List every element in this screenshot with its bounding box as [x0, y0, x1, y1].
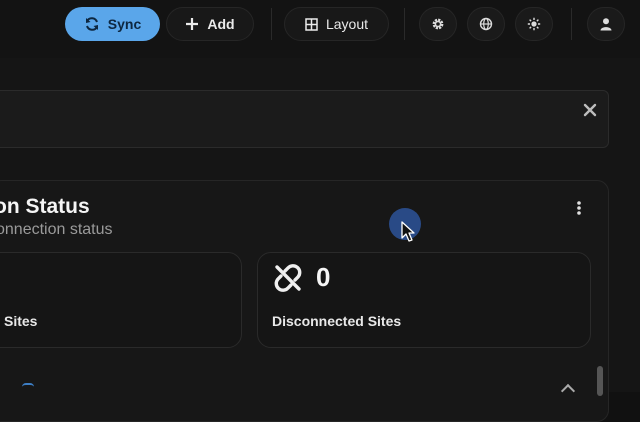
- sync-button[interactable]: Sync: [65, 7, 160, 41]
- filter-bar[interactable]: [0, 90, 609, 148]
- layout-grid-icon: [305, 17, 318, 31]
- disconnected-sites-value: 0: [316, 262, 331, 292]
- unlink-icon: [274, 264, 302, 292]
- mouse-cursor-icon: [401, 221, 415, 242]
- toolbar-divider: [571, 8, 572, 40]
- settings-button[interactable]: [419, 7, 457, 41]
- more-options-icon[interactable]: [572, 200, 586, 216]
- connected-sites-stat: [0, 252, 242, 348]
- sun-icon: [527, 17, 541, 31]
- add-button[interactable]: Add: [166, 7, 254, 41]
- stat-label: Disconnected Sites: [272, 313, 402, 329]
- gear-icon: [432, 18, 444, 30]
- stat-label: Sites: [4, 313, 38, 329]
- user-menu-button[interactable]: [587, 7, 625, 41]
- plus-icon: [186, 18, 199, 30]
- disconnected-sites-stat: [257, 252, 591, 348]
- card-title: on Status: [0, 195, 90, 218]
- theme-toggle-button[interactable]: [515, 7, 553, 41]
- sync-icon: [85, 17, 98, 31]
- sync-label: Sync: [107, 16, 142, 32]
- toolbar-divider: [404, 8, 405, 40]
- close-icon[interactable]: [583, 103, 597, 117]
- globe-icon: [479, 17, 493, 31]
- language-button[interactable]: [467, 7, 505, 41]
- link-fragment: [22, 383, 34, 391]
- top-toolbar: Sync Add Layout: [0, 0, 640, 58]
- card-subtitle: onnection status: [0, 221, 113, 238]
- add-label: Add: [207, 16, 235, 32]
- layout-button[interactable]: Layout: [284, 7, 389, 41]
- layout-label: Layout: [325, 16, 369, 32]
- toolbar-divider: [271, 8, 272, 40]
- user-icon: [600, 18, 612, 31]
